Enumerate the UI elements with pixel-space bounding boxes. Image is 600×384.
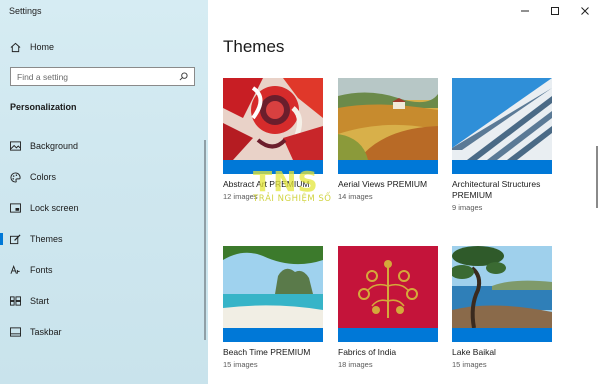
- close-button[interactable]: [570, 0, 600, 22]
- sidebar-item-themes[interactable]: Themes: [0, 226, 205, 252]
- sidebar-item-label: Taskbar: [30, 327, 62, 337]
- section-title: Personalization: [10, 102, 77, 112]
- theme-count: 15 images: [452, 360, 487, 369]
- theme-name: Fabrics of India: [338, 347, 397, 357]
- sidebar-item-fonts[interactable]: Fonts: [0, 257, 205, 283]
- minimize-button[interactable]: [510, 0, 540, 22]
- sidebar-scrollbar[interactable]: [204, 140, 206, 340]
- sidebar: Settings Home Find a setting Personaliza…: [0, 0, 208, 384]
- theme-card-lake-baikal[interactable]: Lake Baikal 15 images: [452, 246, 552, 369]
- sidebar-item-home[interactable]: Home: [0, 34, 205, 60]
- theme-count: 12 images: [223, 192, 258, 201]
- maximize-button[interactable]: [540, 0, 570, 22]
- theme-thumbnail[interactable]: [338, 246, 438, 342]
- sidebar-item-background[interactable]: Background: [0, 133, 205, 159]
- theme-name: Abstract Art PREMIUM: [223, 179, 310, 189]
- theme-name: Beach Time PREMIUM: [223, 347, 311, 357]
- font-icon: [9, 264, 21, 276]
- search-placeholder: Find a setting: [17, 71, 69, 82]
- sidebar-item-label: Background: [30, 141, 79, 151]
- picture-icon: [9, 140, 21, 152]
- theme-count: 15 images: [223, 360, 258, 369]
- main-content: Themes Abstract Art PREMIUM 12 images Ae…: [208, 0, 600, 384]
- sidebar-item-start[interactable]: Start: [0, 288, 205, 314]
- palette-icon: [9, 171, 21, 183]
- sidebar-item-taskbar[interactable]: Taskbar: [0, 319, 205, 345]
- home-label: Home: [30, 42, 55, 52]
- window-title: Settings: [9, 6, 42, 16]
- sidebar-item-colors[interactable]: Colors: [0, 164, 205, 190]
- sidebar-item-label: Start: [30, 296, 50, 306]
- main-scrollbar[interactable]: [596, 146, 598, 208]
- theme-count: 14 images: [338, 192, 373, 201]
- active-indicator: [0, 233, 3, 245]
- theme-thumbnail[interactable]: [223, 78, 323, 174]
- page-title: Themes: [223, 37, 285, 56]
- theme-name: Aerial Views PREMIUM: [338, 179, 428, 189]
- lock-screen-icon: [9, 202, 21, 214]
- brush-icon: [9, 233, 21, 245]
- search-icon[interactable]: [179, 68, 188, 86]
- theme-card-architectural-structures[interactable]: Architectural Structures PREMIUM 9 image…: [452, 78, 552, 212]
- search-input[interactable]: Find a setting: [10, 67, 195, 86]
- theme-thumbnail[interactable]: [223, 246, 323, 342]
- start-icon: [9, 295, 21, 307]
- window-controls: [510, 0, 600, 22]
- sidebar-item-label: Themes: [30, 234, 63, 244]
- sidebar-item-lock-screen[interactable]: Lock screen: [0, 195, 205, 221]
- theme-card-abstract-art[interactable]: Abstract Art PREMIUM 12 images: [223, 78, 323, 201]
- home-icon: [9, 41, 21, 53]
- theme-name: Architectural Structures PREMIUM: [452, 179, 541, 200]
- theme-thumbnail[interactable]: [452, 78, 552, 174]
- theme-count: 9 images: [452, 203, 483, 212]
- theme-name: Lake Baikal: [452, 347, 496, 357]
- theme-card-aerial-views[interactable]: Aerial Views PREMIUM 14 images: [338, 78, 438, 201]
- sidebar-item-label: Colors: [30, 172, 57, 182]
- theme-card-fabrics-of-india[interactable]: Fabrics of India 18 images: [338, 246, 438, 369]
- theme-card-beach-time[interactable]: Beach Time PREMIUM 15 images: [223, 246, 323, 369]
- theme-count: 18 images: [338, 360, 373, 369]
- taskbar-icon: [9, 326, 21, 338]
- theme-thumbnail[interactable]: [338, 78, 438, 174]
- sidebar-item-label: Fonts: [30, 265, 53, 275]
- sidebar-item-label: Lock screen: [30, 203, 79, 213]
- theme-thumbnail[interactable]: [452, 246, 552, 342]
